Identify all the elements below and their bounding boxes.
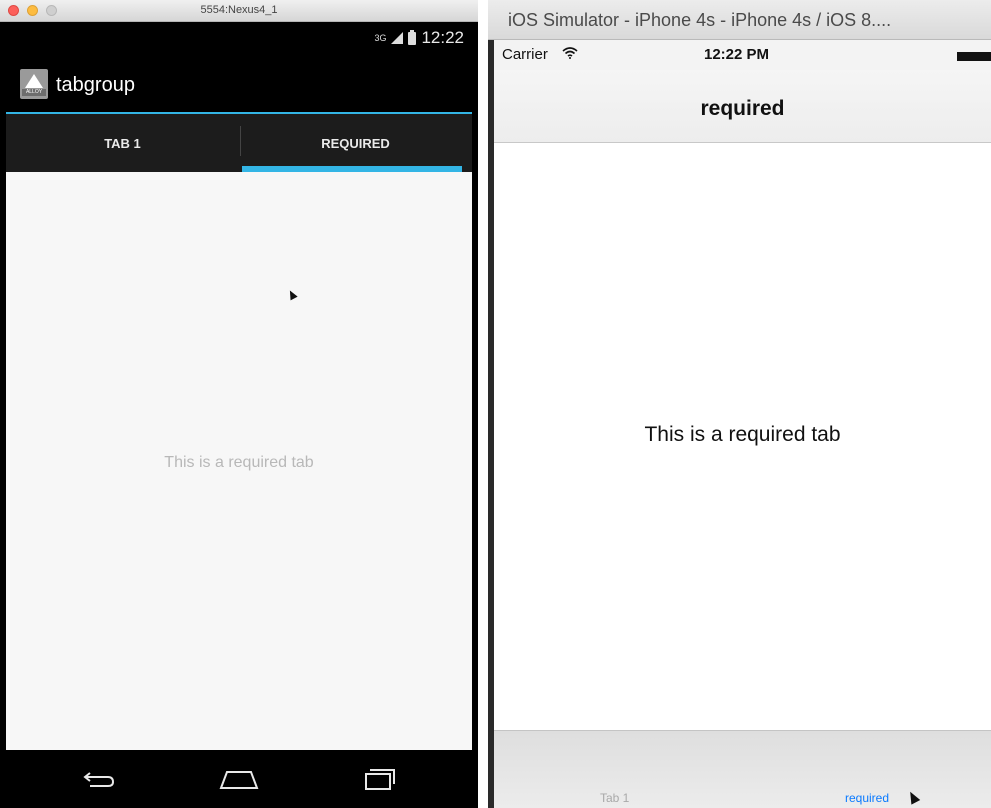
tab-bar: TAB 1 REQUIRED <box>6 114 472 172</box>
tab-required[interactable]: required <box>845 791 889 805</box>
android-screen: 3G 12:22 ALLOY tabgroup TAB 1 REQUIRED T… <box>6 22 472 808</box>
tab-required[interactable]: REQUIRED <box>239 114 472 172</box>
ios-status-bar: Carrier 12:22 PM <box>494 40 991 70</box>
android-status-bar: 3G 12:22 <box>6 22 472 56</box>
tab-bar: Tab 1 required <box>494 730 991 808</box>
app-logo-icon[interactable]: ALLOY <box>20 69 48 99</box>
back-icon[interactable] <box>79 764 119 794</box>
mouse-cursor-icon <box>286 288 298 301</box>
signal-icon <box>391 32 404 44</box>
android-window-title: 5554:Nexus4_1 <box>200 4 278 16</box>
ios-window-title: iOS Simulator - iPhone 4s - iPhone 4s / … <box>508 10 892 30</box>
tab-content: This is a required tab <box>494 143 991 730</box>
status-time: 12:22 PM <box>704 46 770 63</box>
navigation-bar <box>6 750 472 808</box>
android-window-titlebar[interactable]: 5554:Nexus4_1 <box>0 0 478 22</box>
app-title: tabgroup <box>56 74 135 96</box>
ios-simulator-window: iOS Simulator - iPhone 4s - iPhone 4s / … <box>488 0 991 808</box>
battery-icon <box>408 29 417 45</box>
tab-tab-1[interactable]: TAB 1 <box>6 114 239 172</box>
content-message: This is a required tab <box>164 454 314 471</box>
android-emulator-window: 5554:Nexus4_1 3G 12:22 ALLOY tabgroup TA… <box>0 0 478 808</box>
logo-text: ALLOY <box>22 89 46 96</box>
action-bar: ALLOY tabgroup <box>6 56 472 114</box>
network-type-label: 3G <box>374 33 387 43</box>
recent-apps-icon[interactable] <box>359 764 399 794</box>
carrier-label: Carrier <box>502 46 548 63</box>
ios-window-titlebar[interactable]: iOS Simulator - iPhone 4s - iPhone 4s / … <box>488 0 991 40</box>
status-time: 12:22 <box>421 28 464 47</box>
home-icon[interactable] <box>219 764 259 794</box>
ios-screen: Carrier 12:22 PM required This is a requ… <box>494 40 991 808</box>
battery-icon <box>957 52 991 61</box>
content-message: This is a required tab <box>644 423 841 446</box>
mouse-cursor-icon <box>905 789 921 805</box>
wifi-icon <box>562 46 578 62</box>
tab-tab-1[interactable]: Tab 1 <box>600 791 629 805</box>
navigation-bar: required <box>494 70 991 143</box>
tab-content: This is a required tab <box>6 172 472 750</box>
nav-title: required <box>700 97 785 120</box>
